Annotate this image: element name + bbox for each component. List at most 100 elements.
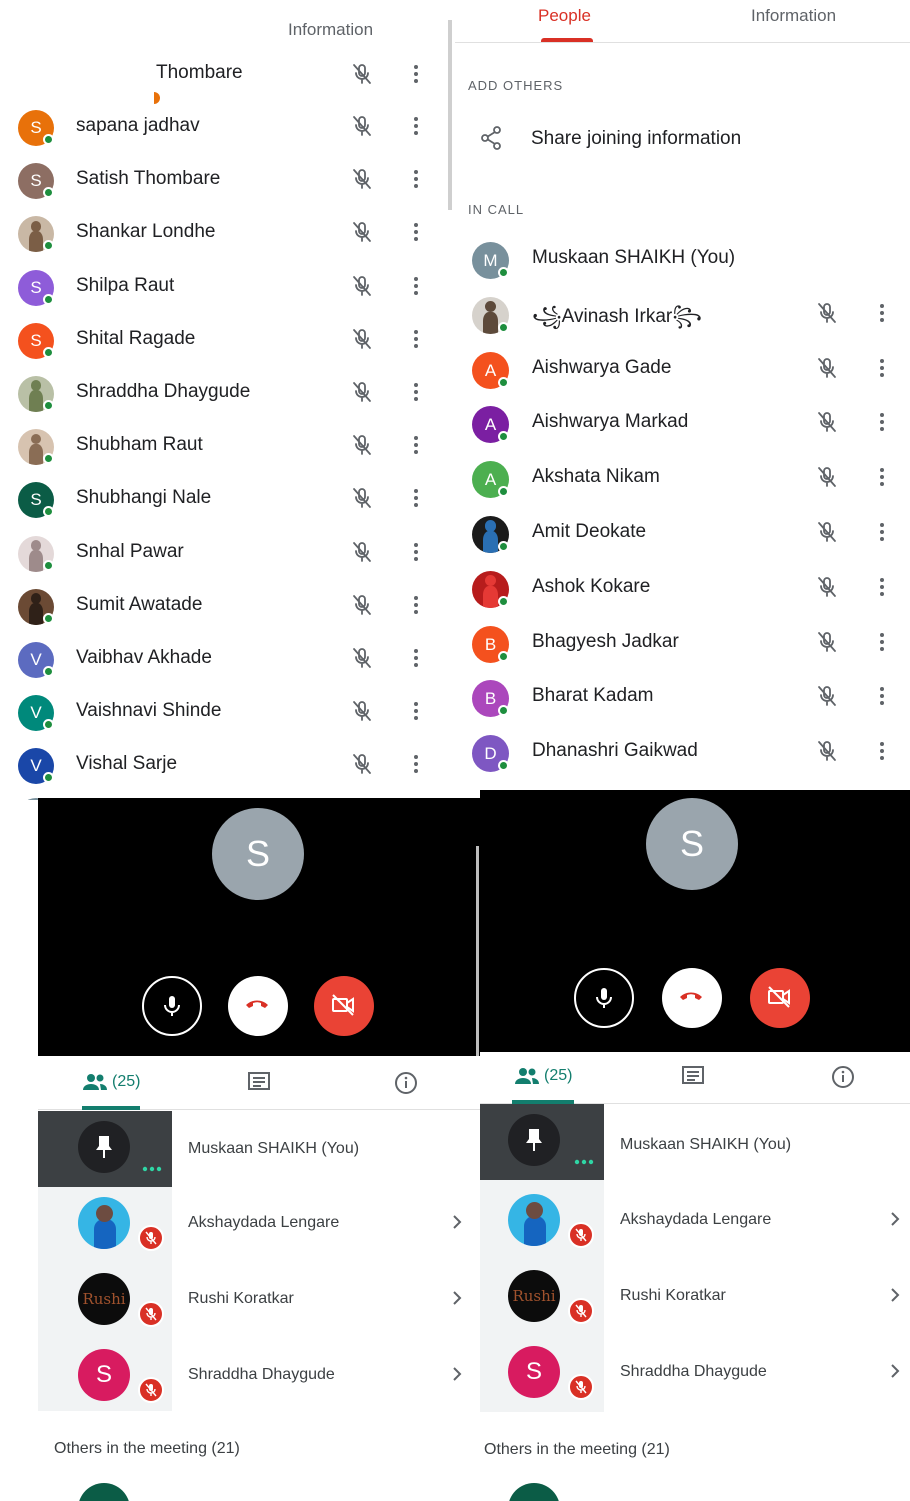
chevron-right-icon[interactable]: [888, 1286, 902, 1304]
chevron-right-icon[interactable]: [888, 1362, 902, 1380]
participant-row[interactable]: Ssapana jadhav: [0, 100, 440, 153]
mic-off-icon[interactable]: [350, 274, 374, 298]
participant-row[interactable]: Shubham Raut: [0, 419, 440, 472]
participant-name[interactable]: Rushi Koratkar: [188, 1290, 294, 1308]
mic-off-icon[interactable]: [350, 114, 374, 138]
participant-name[interactable]: Akshaydada Lengare: [188, 1214, 339, 1232]
participant-row[interactable]: V Vaishnavi Shinde: [0, 685, 440, 738]
chevron-right-icon[interactable]: [888, 1210, 902, 1228]
end-call-button[interactable]: [662, 968, 722, 1028]
more-vert-icon[interactable]: [875, 356, 889, 380]
info-icon[interactable]: [830, 1064, 856, 1090]
participant-row[interactable]: B Bharat Kadam: [455, 670, 910, 725]
more-vert-icon[interactable]: [409, 327, 423, 351]
more-vert-icon[interactable]: [409, 380, 423, 404]
participant-row[interactable]: A Aishwarya Markad: [455, 396, 910, 451]
participant-row[interactable]: S Satish Thombare: [0, 153, 440, 206]
camera-off-button[interactable]: [314, 976, 374, 1036]
mic-off-icon[interactable]: [815, 684, 839, 708]
tab-people[interactable]: People: [538, 6, 591, 26]
participant-name[interactable]: Akshaydada Lengare: [620, 1211, 771, 1229]
participant-name[interactable]: Shraddha Dhaygude: [620, 1363, 767, 1381]
participant-row[interactable]: Ashok Kokare: [455, 561, 910, 616]
participant-row[interactable]: M Muskaan SHAIKH (You): [455, 232, 910, 287]
mic-off-icon[interactable]: [350, 220, 374, 244]
mic-off-icon[interactable]: [815, 575, 839, 599]
participant-row[interactable]: B Bhagyesh Jadkar: [455, 616, 910, 671]
tab-people[interactable]: (25): [82, 1070, 148, 1098]
participant-row[interactable]: A Aishwarya Gade: [455, 342, 910, 397]
participant-row[interactable]: Shankar Londhe: [0, 206, 440, 259]
participant-row[interactable]: D Dhanashri Gaikwad: [455, 725, 910, 780]
mic-off-icon[interactable]: [350, 327, 374, 351]
more-vert-icon[interactable]: [875, 410, 889, 434]
mic-off-icon[interactable]: [815, 630, 839, 654]
mic-button[interactable]: [574, 968, 634, 1028]
share-joining-info-button[interactable]: Share joining information: [531, 128, 741, 150]
participant-row[interactable]: V Vaibhav Akhade: [0, 632, 440, 685]
pinned-self-tile[interactable]: [480, 1104, 604, 1180]
more-vert-icon[interactable]: [409, 220, 423, 244]
scrollbar[interactable]: [448, 20, 452, 210]
pinned-self-tile[interactable]: [38, 1111, 172, 1187]
more-vert-icon[interactable]: [409, 646, 423, 670]
tab-people[interactable]: (25): [514, 1064, 580, 1092]
info-icon[interactable]: [393, 1070, 419, 1096]
pin-button[interactable]: [78, 1121, 130, 1173]
more-vert-icon[interactable]: [409, 167, 423, 191]
chevron-right-icon[interactable]: [450, 1289, 464, 1307]
mic-off-icon[interactable]: [350, 752, 374, 776]
more-vert-icon[interactable]: [875, 575, 889, 599]
more-vert-icon[interactable]: [409, 540, 423, 564]
tab-information[interactable]: Information: [288, 20, 373, 40]
chat-icon[interactable]: [680, 1064, 706, 1090]
mic-button[interactable]: [142, 976, 202, 1036]
more-vert-icon[interactable]: [409, 593, 423, 617]
more-options-icon[interactable]: [142, 1159, 162, 1172]
participant-row[interactable]: Shraddha Dhaygude: [0, 366, 440, 419]
mic-off-icon[interactable]: [815, 301, 839, 325]
mic-off-icon[interactable]: [815, 356, 839, 380]
mic-off-icon[interactable]: [350, 486, 374, 510]
participant-row[interactable]: S Shital Ragade: [0, 313, 440, 366]
more-vert-icon[interactable]: [875, 684, 889, 708]
pin-button[interactable]: [508, 1114, 560, 1166]
more-vert-icon[interactable]: [409, 752, 423, 776]
end-call-button[interactable]: [228, 976, 288, 1036]
chat-icon[interactable]: [246, 1070, 272, 1096]
mic-off-icon[interactable]: [350, 646, 374, 670]
more-vert-icon[interactable]: [409, 699, 423, 723]
more-vert-icon[interactable]: [409, 274, 423, 298]
mic-off-icon[interactable]: [350, 167, 374, 191]
tab-information[interactable]: Information: [751, 6, 836, 26]
participant-row[interactable]: Snhal Pawar: [0, 526, 440, 579]
more-vert-icon[interactable]: [409, 433, 423, 457]
participant-row[interactable]: V Vishal Sarje: [0, 738, 440, 791]
chevron-right-icon[interactable]: [450, 1213, 464, 1231]
participant-row[interactable]: Amit Deokate: [455, 506, 910, 561]
mic-off-icon[interactable]: [350, 699, 374, 723]
mic-off-icon[interactable]: [815, 520, 839, 544]
participant-row[interactable]: S Shubhangi Nale: [0, 472, 440, 525]
mic-off-icon[interactable]: [815, 739, 839, 763]
more-options-icon[interactable]: [574, 1152, 594, 1165]
more-vert-icon[interactable]: [409, 114, 423, 138]
mic-off-icon[interactable]: [350, 62, 374, 86]
more-vert-icon[interactable]: [875, 520, 889, 544]
mic-off-icon[interactable]: [815, 410, 839, 434]
mic-off-icon[interactable]: [350, 380, 374, 404]
more-vert-icon[interactable]: [875, 301, 889, 325]
share-icon[interactable]: [479, 124, 503, 152]
more-vert-icon[interactable]: [875, 630, 889, 654]
chevron-right-icon[interactable]: [450, 1365, 464, 1383]
more-vert-icon[interactable]: [409, 486, 423, 510]
mic-off-icon[interactable]: [350, 540, 374, 564]
mic-off-icon[interactable]: [350, 433, 374, 457]
participant-row[interactable]: A Akshata Nikam: [455, 451, 910, 506]
more-vert-icon[interactable]: [875, 739, 889, 763]
participant-row[interactable]: S Shilpa Raut: [0, 260, 440, 313]
participant-name[interactable]: Shraddha Dhaygude: [188, 1366, 335, 1384]
participant-row[interactable]: ꧁Avinash Irkar꧂: [455, 287, 910, 342]
participant-row[interactable]: Sumit Awatade: [0, 579, 440, 632]
more-vert-icon[interactable]: [409, 62, 423, 86]
